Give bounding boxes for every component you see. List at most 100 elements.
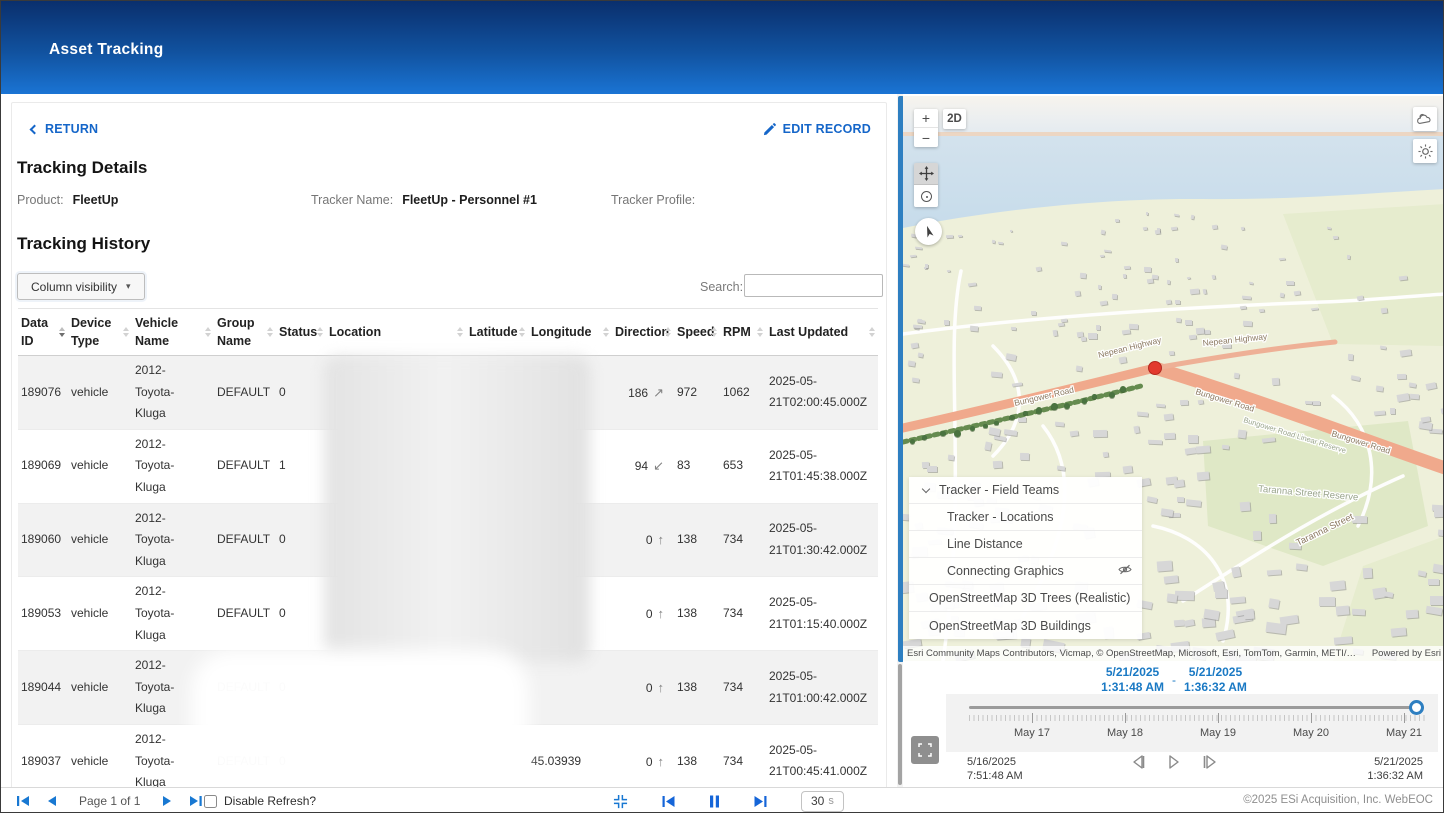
product-field: Product:FleetUp — [17, 193, 118, 207]
search-input[interactable] — [744, 274, 883, 297]
time-range-display: 5/21/20251:31:48 AM - 5/21/20251:36:32 A… — [903, 665, 1444, 695]
map-attribution: Esri Community Maps Contributors, Vicmap… — [903, 646, 1444, 661]
cell-vehicle-name: 2012-Toyota-Kluga — [132, 724, 214, 787]
disable-refresh-checkbox[interactable] — [204, 795, 217, 808]
rotate-mode-button[interactable] — [914, 185, 938, 207]
edit-record-button[interactable]: EDIT RECORD — [763, 122, 871, 136]
cell-location — [326, 577, 466, 651]
cell-device-type: vehicle — [68, 429, 132, 503]
table-row[interactable]: 189069 vehicle 2012-Toyota-Kluga DEFAULT… — [18, 429, 878, 503]
sort-icon — [757, 327, 763, 337]
chevron-down-icon — [922, 484, 930, 492]
time-slider-thumb[interactable] — [1409, 700, 1424, 715]
next-page-button[interactable] — [162, 795, 173, 807]
layer-item-tracker-field-teams[interactable]: Tracker - Field Teams — [909, 477, 1142, 504]
cell-status: 1 — [276, 429, 326, 503]
tracking-details-heading: Tracking Details — [17, 158, 147, 178]
cell-speed: 83 — [674, 429, 720, 503]
step-forward-button[interactable] — [1202, 754, 1218, 770]
col-header-last-updated[interactable]: Last Updated — [766, 309, 878, 356]
cell-last-updated: 2025-05-21T01:45:38.000Z — [766, 429, 878, 503]
layer-item-tracker-locations[interactable]: Tracker - Locations — [909, 504, 1142, 531]
time-slider-panel: May 17 May 18 May 19 May 20 May 21 — [946, 694, 1438, 752]
tracker-name-field: Tracker Name:FleetUp - Personnel #1 — [311, 193, 537, 207]
axis-label: May 21 — [1369, 727, 1439, 739]
zoom-out-button[interactable]: − — [914, 128, 938, 147]
col-header-status[interactable]: Status — [276, 309, 326, 356]
compass-needle-icon — [921, 224, 937, 240]
table-row[interactable]: 189037 vehicle 2012-Toyota-Kluga DEFAULT… — [18, 724, 878, 787]
app-header: Asset Tracking — [1, 1, 1444, 94]
daylight-widget-button[interactable] — [1413, 139, 1437, 163]
axis-label: May 19 — [1183, 727, 1253, 739]
weather-widget-button[interactable] — [1413, 107, 1437, 131]
axis-label: May 17 — [997, 727, 1067, 739]
direction-arrow-icon: ↙ — [653, 458, 664, 473]
cell-location — [326, 651, 466, 725]
col-header-data-id[interactable]: Data ID — [18, 309, 68, 356]
toggle-2d-button[interactable]: 2D — [943, 109, 966, 129]
sort-icon — [457, 327, 463, 337]
col-header-longitude[interactable]: Longitude — [528, 309, 612, 356]
tracking-history-table: Data ID Device Type Vehicle Name Group N… — [18, 308, 878, 787]
table-row[interactable]: 189060 vehicle 2012-Toyota-Kluga DEFAULT… — [18, 503, 878, 577]
layer-item-connecting-graphics[interactable]: Connecting Graphics — [909, 558, 1142, 585]
col-header-latitude[interactable]: Latitude — [466, 309, 528, 356]
axis-label: May 20 — [1276, 727, 1346, 739]
zoom-in-button[interactable]: + — [914, 109, 938, 128]
skip-to-end-button[interactable] — [754, 795, 767, 808]
sun-icon — [1418, 144, 1433, 159]
previous-page-button[interactable] — [46, 795, 57, 807]
cell-vehicle-name: 2012-Toyota-Kluga — [132, 651, 214, 725]
collapse-button[interactable] — [613, 794, 628, 809]
eye-slash-icon[interactable] — [1118, 564, 1132, 578]
last-page-button[interactable] — [189, 795, 202, 807]
col-header-group-name[interactable]: Group Name — [214, 309, 276, 356]
cell-longitude — [528, 651, 612, 725]
return-button[interactable]: RETURN — [31, 122, 98, 136]
cell-group-name: DEFAULT — [214, 651, 276, 725]
col-header-location[interactable]: Location — [326, 309, 466, 356]
chevron-left-icon — [30, 124, 40, 134]
page-title: Asset Tracking — [49, 41, 163, 59]
step-back-button[interactable] — [1130, 754, 1146, 770]
table-pagination: Page 1 of 1 — [17, 788, 202, 813]
col-header-device-type[interactable]: Device Type — [68, 309, 132, 356]
play-button[interactable] — [1166, 754, 1182, 770]
refresh-interval-control[interactable]: 30 s — [801, 791, 844, 812]
table-row[interactable]: 189053 vehicle 2012-Toyota-Kluga DEFAULT… — [18, 577, 878, 651]
sort-icon — [711, 327, 717, 337]
layer-item-osm-3d-buildings[interactable]: OpenStreetMap 3D Buildings — [909, 612, 1142, 639]
cell-device-type: vehicle — [68, 356, 132, 430]
col-header-vehicle-name[interactable]: Vehicle Name — [132, 309, 214, 356]
cell-speed: 138 — [674, 503, 720, 577]
cell-group-name: DEFAULT — [214, 503, 276, 577]
direction-arrow-icon: ↑ — [658, 680, 665, 695]
pan-mode-button[interactable] — [914, 163, 938, 185]
layer-item-line-distance[interactable]: Line Distance — [909, 531, 1142, 558]
table-row[interactable]: 189044 vehicle 2012-Toyota-Kluga DEFAULT… — [18, 651, 878, 725]
expand-time-slider-button[interactable] — [911, 736, 939, 764]
first-page-button[interactable] — [17, 795, 30, 807]
sort-icon — [59, 327, 65, 337]
compass-button[interactable] — [915, 218, 942, 245]
col-header-rpm[interactable]: RPM — [720, 309, 766, 356]
layer-item-osm-3d-trees[interactable]: OpenStreetMap 3D Trees (Realistic) — [909, 585, 1142, 612]
refresh-interval-unit: s — [828, 795, 834, 807]
day-tick — [1125, 713, 1126, 723]
cell-status: 0 — [276, 651, 326, 725]
zoom-controls: + − — [914, 109, 938, 147]
map-view[interactable]: Nepean Highway Nepean Highway Bungower R… — [903, 96, 1444, 661]
skip-to-start-button[interactable] — [662, 795, 675, 808]
scrollbar-track — [898, 664, 902, 785]
pause-button[interactable] — [709, 795, 720, 808]
day-tick — [1404, 713, 1405, 723]
cell-longitude — [528, 356, 612, 430]
col-header-direction[interactable]: Direction — [612, 309, 674, 356]
cell-status: 0 — [276, 577, 326, 651]
column-visibility-button[interactable]: Column visibility ▾ — [17, 273, 145, 300]
col-header-speed[interactable]: Speed — [674, 309, 720, 356]
cell-speed: 972 — [674, 356, 720, 430]
time-slider-track[interactable] — [969, 706, 1424, 709]
table-row[interactable]: 189076 vehicle 2012-Toyota-Kluga DEFAULT… — [18, 356, 878, 430]
